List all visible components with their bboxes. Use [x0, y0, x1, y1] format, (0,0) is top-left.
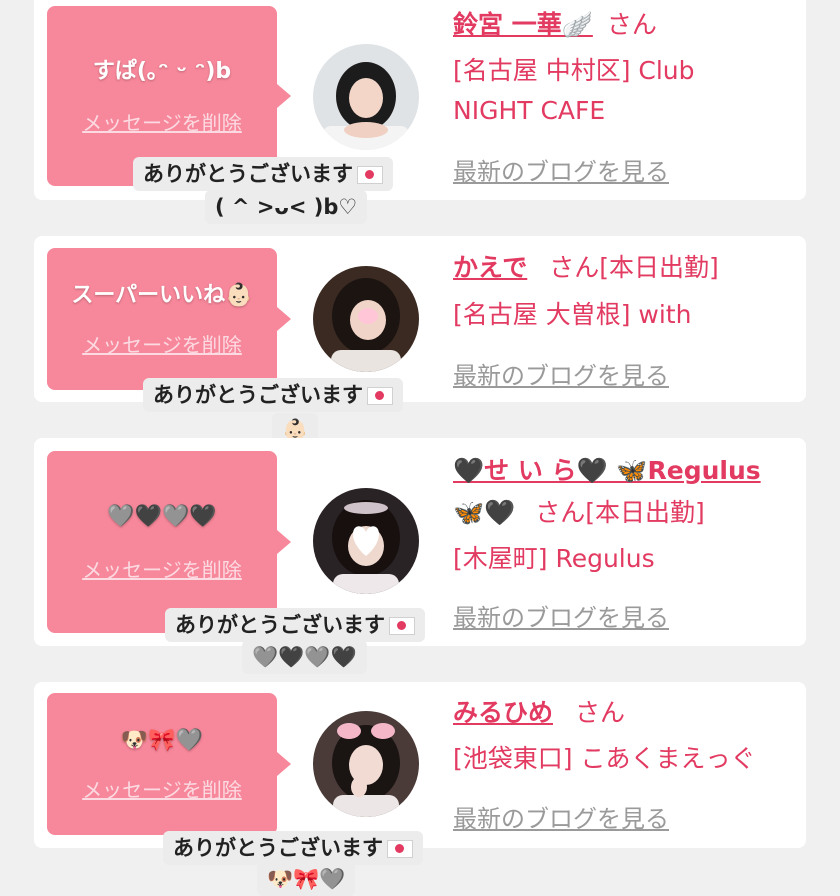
message-text: 🐶🎀🩶: [120, 727, 204, 753]
thanks-reply: ありがとうございます: [163, 831, 423, 865]
message-text: スーパーいいね👶🏻: [71, 282, 253, 308]
envelope-icon: [367, 387, 393, 405]
latest-blog-link[interactable]: 最新のブログを見る: [453, 799, 669, 834]
cast-name-line: 鈴宮 一華🪽 さん: [453, 4, 657, 46]
shop-line: [池袋東口] こあくまえっぐ: [453, 744, 756, 773]
cast-name-line: 🦋🖤 さん[本日出勤]: [453, 492, 705, 534]
thanks-text: ありがとうございます: [175, 613, 385, 637]
cast-name-link[interactable]: みるひめ: [453, 698, 553, 727]
shop-line: [名古屋 中村区] Club: [453, 56, 695, 85]
avatar[interactable]: [313, 711, 419, 817]
envelope-icon: [387, 840, 413, 858]
delete-message-link[interactable]: メッセージを削除: [82, 107, 242, 136]
message-bubble: 🐶🎀🩶 メッセージを削除: [47, 693, 291, 835]
cast-name-line: かえで さん[本日出勤]: [453, 247, 719, 289]
thanks-text: ありがとうございます: [153, 383, 363, 407]
envelope-icon: [357, 166, 383, 184]
message-text: 🩶🖤🩶🖤: [107, 503, 217, 529]
latest-blog-link[interactable]: 最新のブログを見る: [453, 598, 669, 633]
honorific: さん[本日出勤]: [549, 253, 719, 282]
thanks-reply-emoji: ( ^ >ᴗ< )b♡: [205, 190, 368, 224]
envelope-icon: [389, 617, 415, 635]
cast-name-line: 🖤せ い ら🖤 🦋Regulus: [453, 450, 761, 492]
message-text: すぱ(｡ᵔ ᵕ ᵔ)b: [92, 58, 232, 84]
cast-name-link[interactable]: 鈴宮 一華🪽: [453, 10, 593, 39]
avatar[interactable]: [313, 44, 419, 150]
honorific: さん[本日出勤]: [535, 498, 705, 527]
thanks-reply: ありがとうございます: [133, 157, 393, 191]
cast-name-link-cont[interactable]: 🦋🖤: [453, 498, 515, 527]
avatar[interactable]: [313, 266, 419, 372]
thanks-reply: ありがとうございます: [143, 378, 403, 412]
avatar[interactable]: [313, 488, 419, 594]
latest-blog-link[interactable]: 最新のブログを見る: [453, 152, 669, 187]
cast-name-line: みるひめ さん: [453, 692, 625, 734]
cast-name-link[interactable]: 🖤せ い ら🖤 🦋Regulus: [453, 456, 761, 485]
thanks-reply-emoji: 🩶🖤🩶🖤: [242, 640, 367, 674]
latest-blog-link[interactable]: 最新のブログを見る: [453, 356, 669, 391]
shop-line: [名古屋 大曽根] with: [453, 300, 692, 329]
delete-message-link[interactable]: メッセージを削除: [82, 554, 242, 583]
honorific: さん: [575, 698, 626, 727]
message-bubble: 🩶🖤🩶🖤 メッセージを削除: [47, 451, 291, 633]
thanks-reply-emoji: 🐶🎀🩶: [257, 862, 356, 896]
shop-line: NIGHT CAFE: [453, 96, 606, 125]
shop-line: [木屋町] Regulus: [453, 544, 655, 573]
message-bubble: スーパーいいね👶🏻 メッセージを削除: [47, 248, 291, 390]
cast-name-link[interactable]: かえで: [453, 253, 527, 282]
honorific: さん: [606, 10, 657, 39]
thanks-text: ありがとうございます: [143, 162, 353, 186]
delete-message-link[interactable]: メッセージを削除: [82, 329, 242, 358]
thanks-reply: ありがとうございます: [165, 608, 425, 642]
delete-message-link[interactable]: メッセージを削除: [82, 774, 242, 803]
thanks-text: ありがとうございます: [173, 836, 383, 860]
